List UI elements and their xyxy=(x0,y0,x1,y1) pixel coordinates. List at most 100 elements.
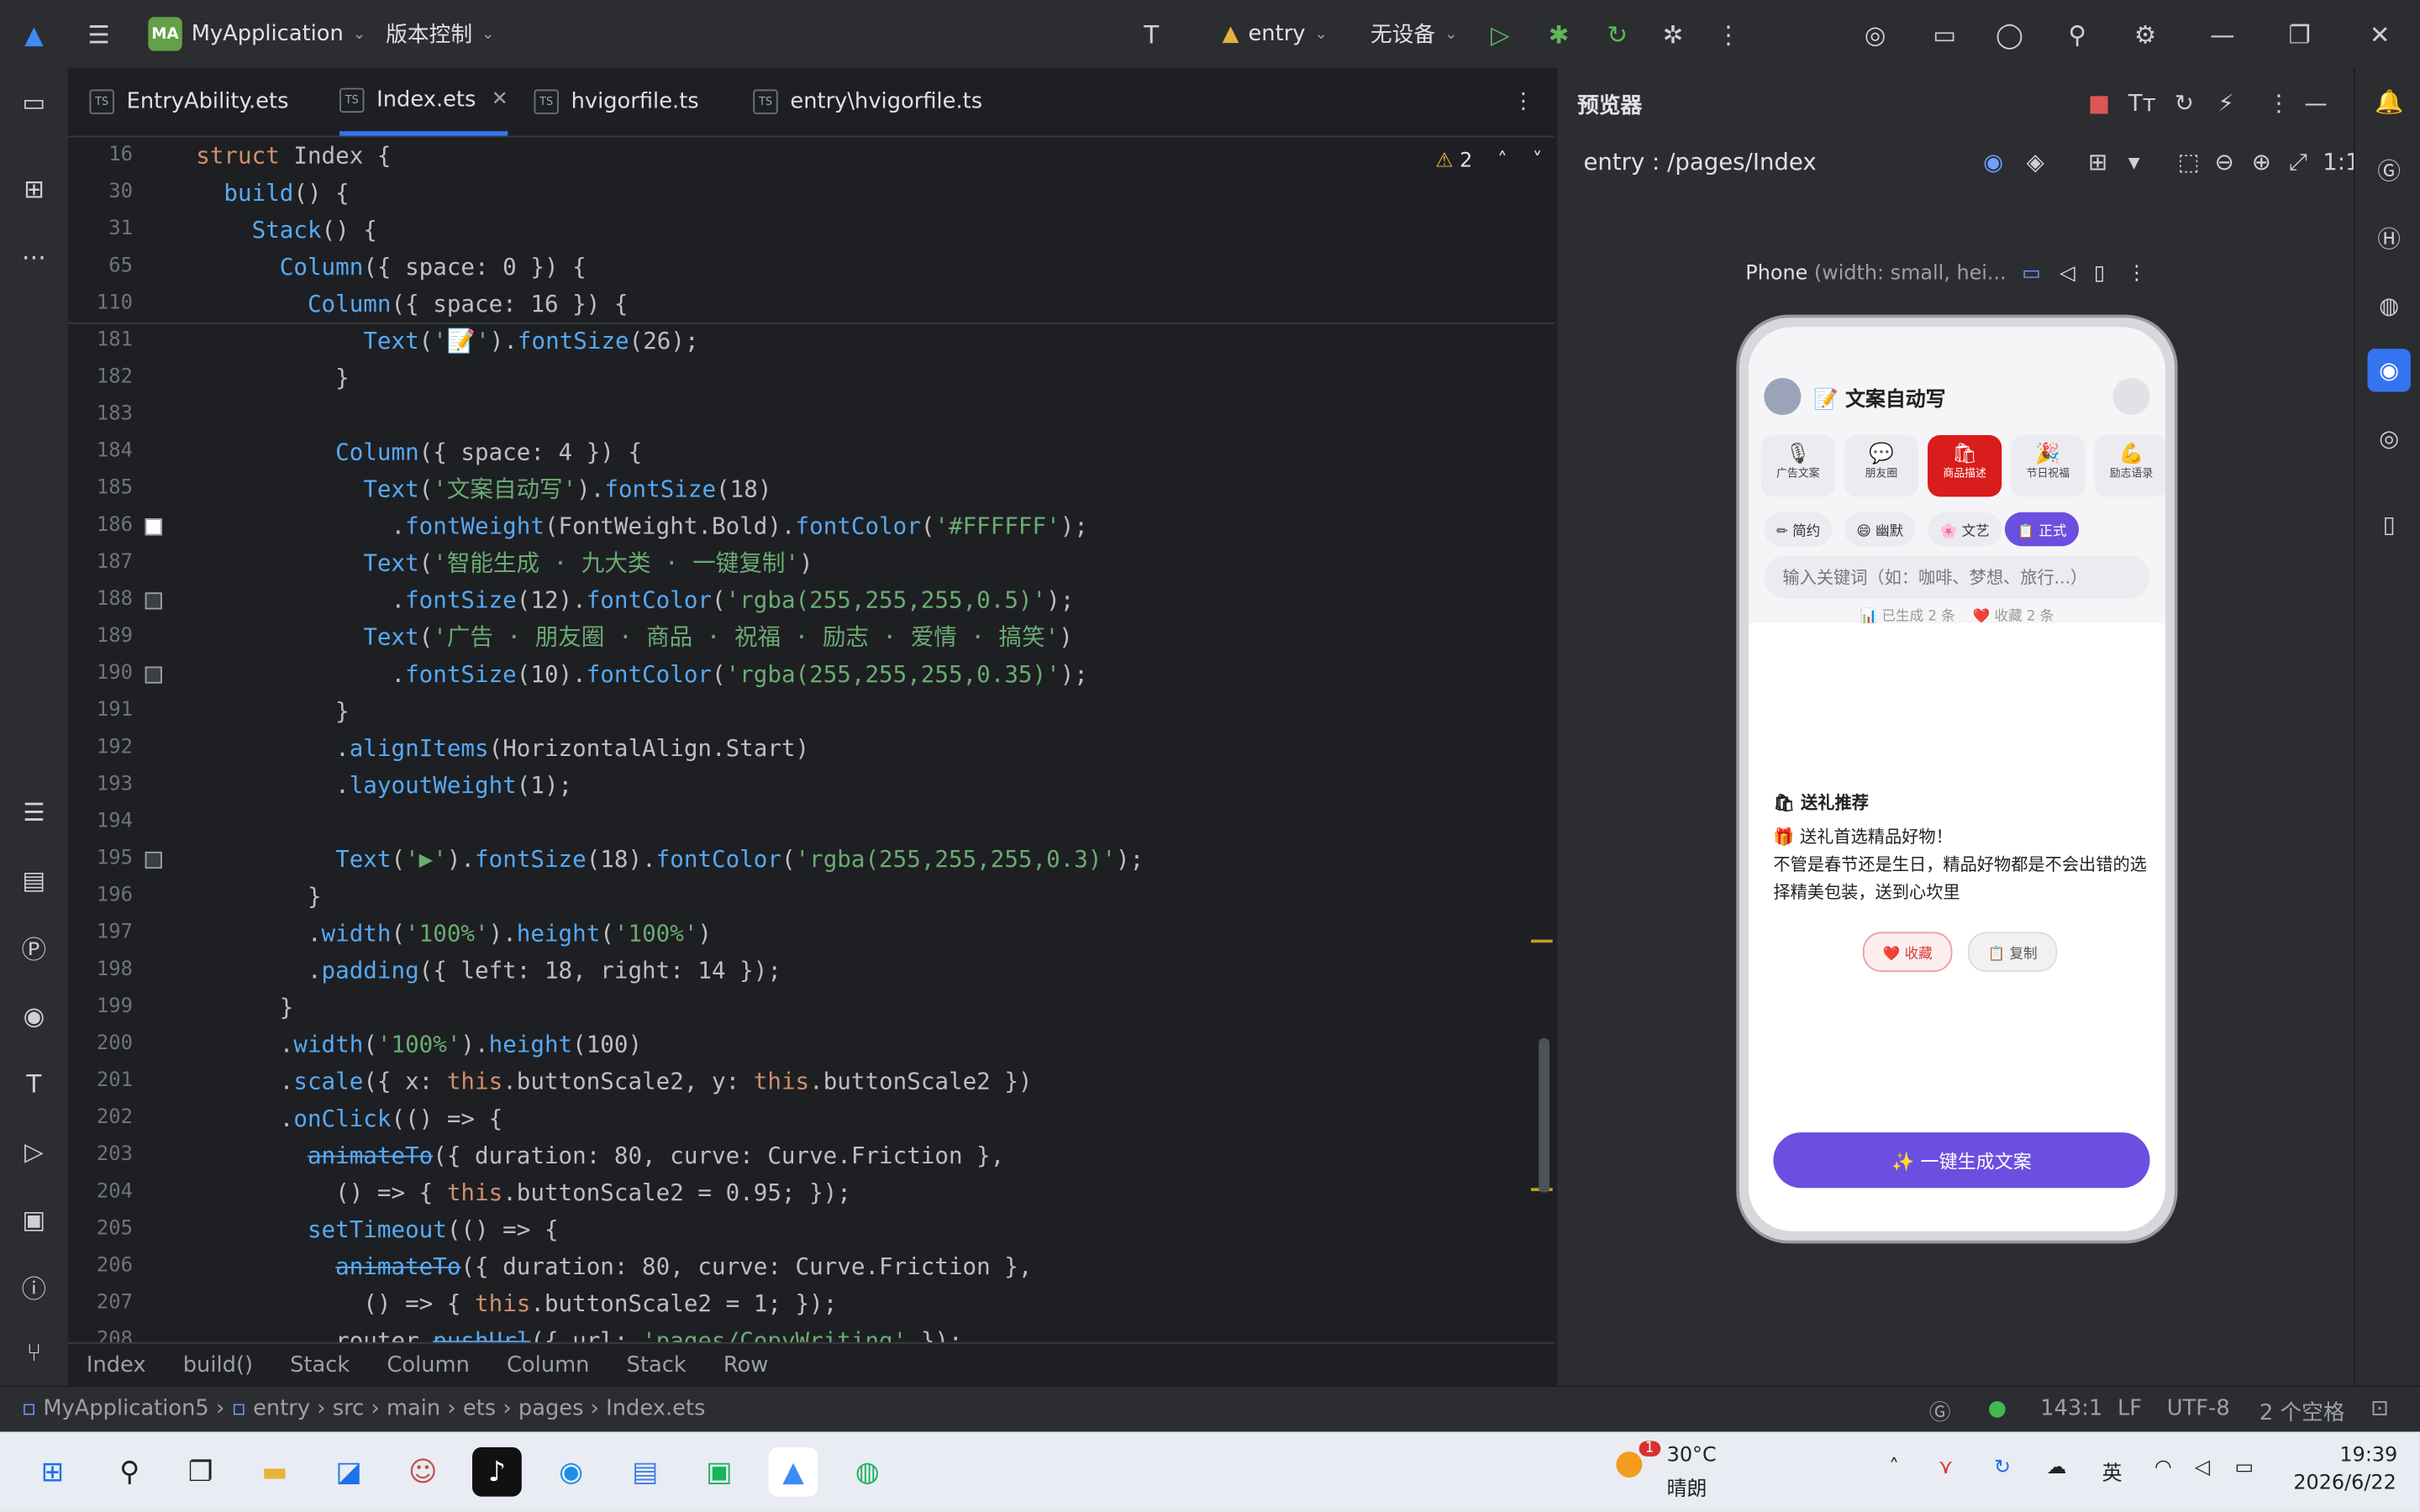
path-item[interactable]: pages xyxy=(518,1396,584,1420)
category-moments[interactable]: 💬 朋友圈 xyxy=(1844,434,1919,497)
start-windows-icon[interactable]: ⊞ xyxy=(28,1447,77,1497)
terminal-icon[interactable]: ▣ xyxy=(15,1200,52,1237)
code-line[interactable]: 181 Text('📝').fontSize(26); xyxy=(68,323,1555,360)
git-icon[interactable]: ⑂ xyxy=(15,1333,52,1370)
code-line[interactable]: 184 Column({ space: 4 }) { xyxy=(68,433,1555,470)
folder-icon[interactable]: ▭ xyxy=(1926,15,1963,52)
more-actions-icon[interactable]: ⋮ xyxy=(1710,15,1747,52)
code-line[interactable]: 186 .fontWeight(FontWeight.Bold).fontCol… xyxy=(68,507,1555,544)
layers-icon[interactable]: ◈ xyxy=(2027,148,2044,176)
edge-browser-icon[interactable]: ◉ xyxy=(546,1447,596,1497)
generate-button[interactable]: ✨ 一键生成文案 xyxy=(1773,1132,2150,1189)
settings-gear-icon[interactable]: ⚙ xyxy=(2127,15,2164,52)
code-line[interactable]: 187 Text('智能生成 · 九大类 · 一键复制') xyxy=(68,544,1555,581)
sticky-code-line[interactable]: 110 Column({ space: 16 }) { xyxy=(68,286,1555,323)
breadcrumb-item[interactable]: Column xyxy=(507,1353,589,1378)
build-hammer-icon[interactable]: T xyxy=(1133,15,1170,52)
code-line[interactable]: 191 } xyxy=(68,693,1555,730)
warning-stripe[interactable] xyxy=(1531,939,1553,943)
category-motivation[interactable]: 💪 励志语录 xyxy=(2094,434,2165,497)
search-icon[interactable]: ⚲ xyxy=(105,1447,155,1497)
run-config-selector[interactable]: ▲ entry ⌄ xyxy=(1223,0,1328,68)
path-item[interactable]: MyApplication5 xyxy=(43,1396,208,1420)
category-festival[interactable]: 🎉 节日祝福 xyxy=(2011,434,2086,497)
line-separator[interactable]: LF xyxy=(2118,1396,2142,1420)
refresh-icon[interactable]: ↻ xyxy=(2175,90,2194,118)
path-item[interactable]: entry xyxy=(253,1396,310,1420)
code-line[interactable]: 198 .padding({ left: 18, right: 14 }); xyxy=(68,952,1555,989)
volume-icon[interactable]: ◁ xyxy=(2195,1457,2210,1480)
font-size-icon[interactable]: Tт xyxy=(2128,90,2156,118)
main-menu-icon[interactable]: ☰ xyxy=(81,15,118,52)
device-info-icon[interactable]: ▭ xyxy=(2022,262,2041,286)
code-line[interactable]: 195 Text('▶').fontSize(18).fontColor('rg… xyxy=(68,841,1555,878)
tray-sync-icon[interactable]: ↻ xyxy=(1994,1457,2011,1480)
lock-icon[interactable]: ⊡ xyxy=(2370,1396,2389,1420)
device-selector[interactable]: 无设备 ⌄ xyxy=(1370,0,1458,68)
file-encoding[interactable]: UTF-8 xyxy=(2167,1396,2230,1420)
code-line[interactable]: 206 animateTo({ duration: 80, curve: Cur… xyxy=(68,1248,1555,1285)
code-line[interactable]: 201 .scale({ x: this.buttonScale2, y: th… xyxy=(68,1063,1555,1100)
device-switch-icon[interactable]: ▯ xyxy=(2094,262,2105,286)
hide-panel-icon[interactable]: — xyxy=(2304,90,2328,118)
more-icon[interactable]: ⋮ xyxy=(2127,262,2147,286)
plugin-icon[interactable]: ⚡ xyxy=(2217,90,2233,118)
todo-icon[interactable]: ☰ xyxy=(15,793,52,830)
style-chip-humor[interactable]: 😄 幽默 xyxy=(1844,512,1916,547)
breadcrumb-item[interactable]: build() xyxy=(183,1353,253,1378)
color-swatch-icon[interactable] xyxy=(145,518,162,536)
path-item[interactable]: main xyxy=(387,1396,440,1420)
minimize-icon[interactable]: — xyxy=(2204,15,2241,52)
wifi-icon[interactable]: ◠ xyxy=(2154,1457,2172,1480)
harmony-icon[interactable]: Ⓗ xyxy=(2367,216,2410,259)
path-item[interactable]: Index.ets xyxy=(606,1396,705,1420)
codegenie-icon[interactable]: Ⓖ xyxy=(2367,148,2410,191)
path-item[interactable]: src xyxy=(333,1396,365,1420)
tiktok-icon[interactable]: ♪ xyxy=(472,1446,522,1497)
back-button[interactable] xyxy=(1764,377,1802,416)
app-blue-icon[interactable]: ◪ xyxy=(324,1447,374,1497)
attach-debugger-icon[interactable]: ✲ xyxy=(1655,15,1691,52)
file-explorer-icon[interactable]: ▬ xyxy=(250,1447,300,1497)
color-swatch-icon[interactable] xyxy=(145,592,162,610)
editor-scrollbar[interactable] xyxy=(1539,1038,1550,1193)
tray-cloud-icon[interactable]: ☁ xyxy=(2046,1457,2066,1480)
run-icon[interactable]: ▷ xyxy=(1481,15,1518,52)
close-tab-icon[interactable]: ✕ xyxy=(492,88,508,112)
fullscreen-icon[interactable]: ⤢ xyxy=(2289,148,2307,176)
path-item[interactable]: ets xyxy=(463,1396,496,1420)
breadcrumb-item[interactable]: Stack xyxy=(290,1353,350,1378)
devstudio-icon[interactable]: ▲ xyxy=(768,1446,818,1497)
caret-position[interactable]: 143:1 xyxy=(2040,1396,2102,1420)
project-selector[interactable]: MA MyApplication ⌄ xyxy=(148,0,366,68)
code-line[interactable]: 208 router.pushUrl({ url: 'pages/CopyWri… xyxy=(68,1322,1555,1342)
style-chip-simple[interactable]: ✏ 简约 xyxy=(1764,512,1833,547)
sticky-code-line[interactable]: 16 struct Index { xyxy=(68,137,1555,174)
code-line[interactable]: 183 xyxy=(68,396,1555,433)
chevron-down-icon[interactable]: ▾ xyxy=(2128,148,2140,176)
services-icon[interactable]: ▷ xyxy=(15,1132,52,1169)
connection-status-icon[interactable]: ● xyxy=(1988,1396,2007,1420)
codegenie-status-icon[interactable]: Ⓖ xyxy=(1929,1396,1951,1427)
category-product[interactable]: 🛍 商品描述 xyxy=(1928,434,2002,497)
code-editor[interactable]: ⚠ 2 ˄ ˅ 16 struct Index {30 build() {31 S… xyxy=(67,137,1555,1342)
code-line[interactable]: 196 } xyxy=(68,878,1555,915)
code-line[interactable]: 203 animateTo({ duration: 80, curve: Cur… xyxy=(68,1137,1555,1174)
account-icon[interactable]: ◯ xyxy=(1991,15,2028,52)
chat-green-icon[interactable]: ▣ xyxy=(695,1447,744,1497)
robot-icon[interactable]: ◎ xyxy=(2367,417,2410,459)
tab-entryability[interactable]: TS EntryAbility.ets xyxy=(89,68,288,136)
zoom-in-icon[interactable]: ⊕ xyxy=(2252,148,2271,176)
breadcrumb-item[interactable]: Column xyxy=(387,1353,469,1378)
profiler-icon[interactable]: Ⓟ xyxy=(15,929,52,966)
code-line[interactable]: 185 Text('文案自动写').fontSize(18) xyxy=(68,470,1555,507)
inspector-toggle-icon[interactable]: ◉ xyxy=(1983,148,2003,176)
apply-changes-icon[interactable]: ↻ xyxy=(1599,15,1636,52)
favorite-result-button[interactable]: ❤️ 收藏 xyxy=(1862,932,1953,973)
sticky-code-line[interactable]: 65 Column({ space: 0 }) { xyxy=(68,249,1555,286)
code-line[interactable]: 188 .fontSize(12).fontColor('rgba(255,25… xyxy=(68,581,1555,618)
avatar-app-icon[interactable]: ☺ xyxy=(398,1447,448,1497)
code-line[interactable]: 194 xyxy=(68,804,1555,841)
battery-icon[interactable]: ▭ xyxy=(2235,1457,2254,1480)
favorite-button[interactable] xyxy=(2112,377,2150,416)
